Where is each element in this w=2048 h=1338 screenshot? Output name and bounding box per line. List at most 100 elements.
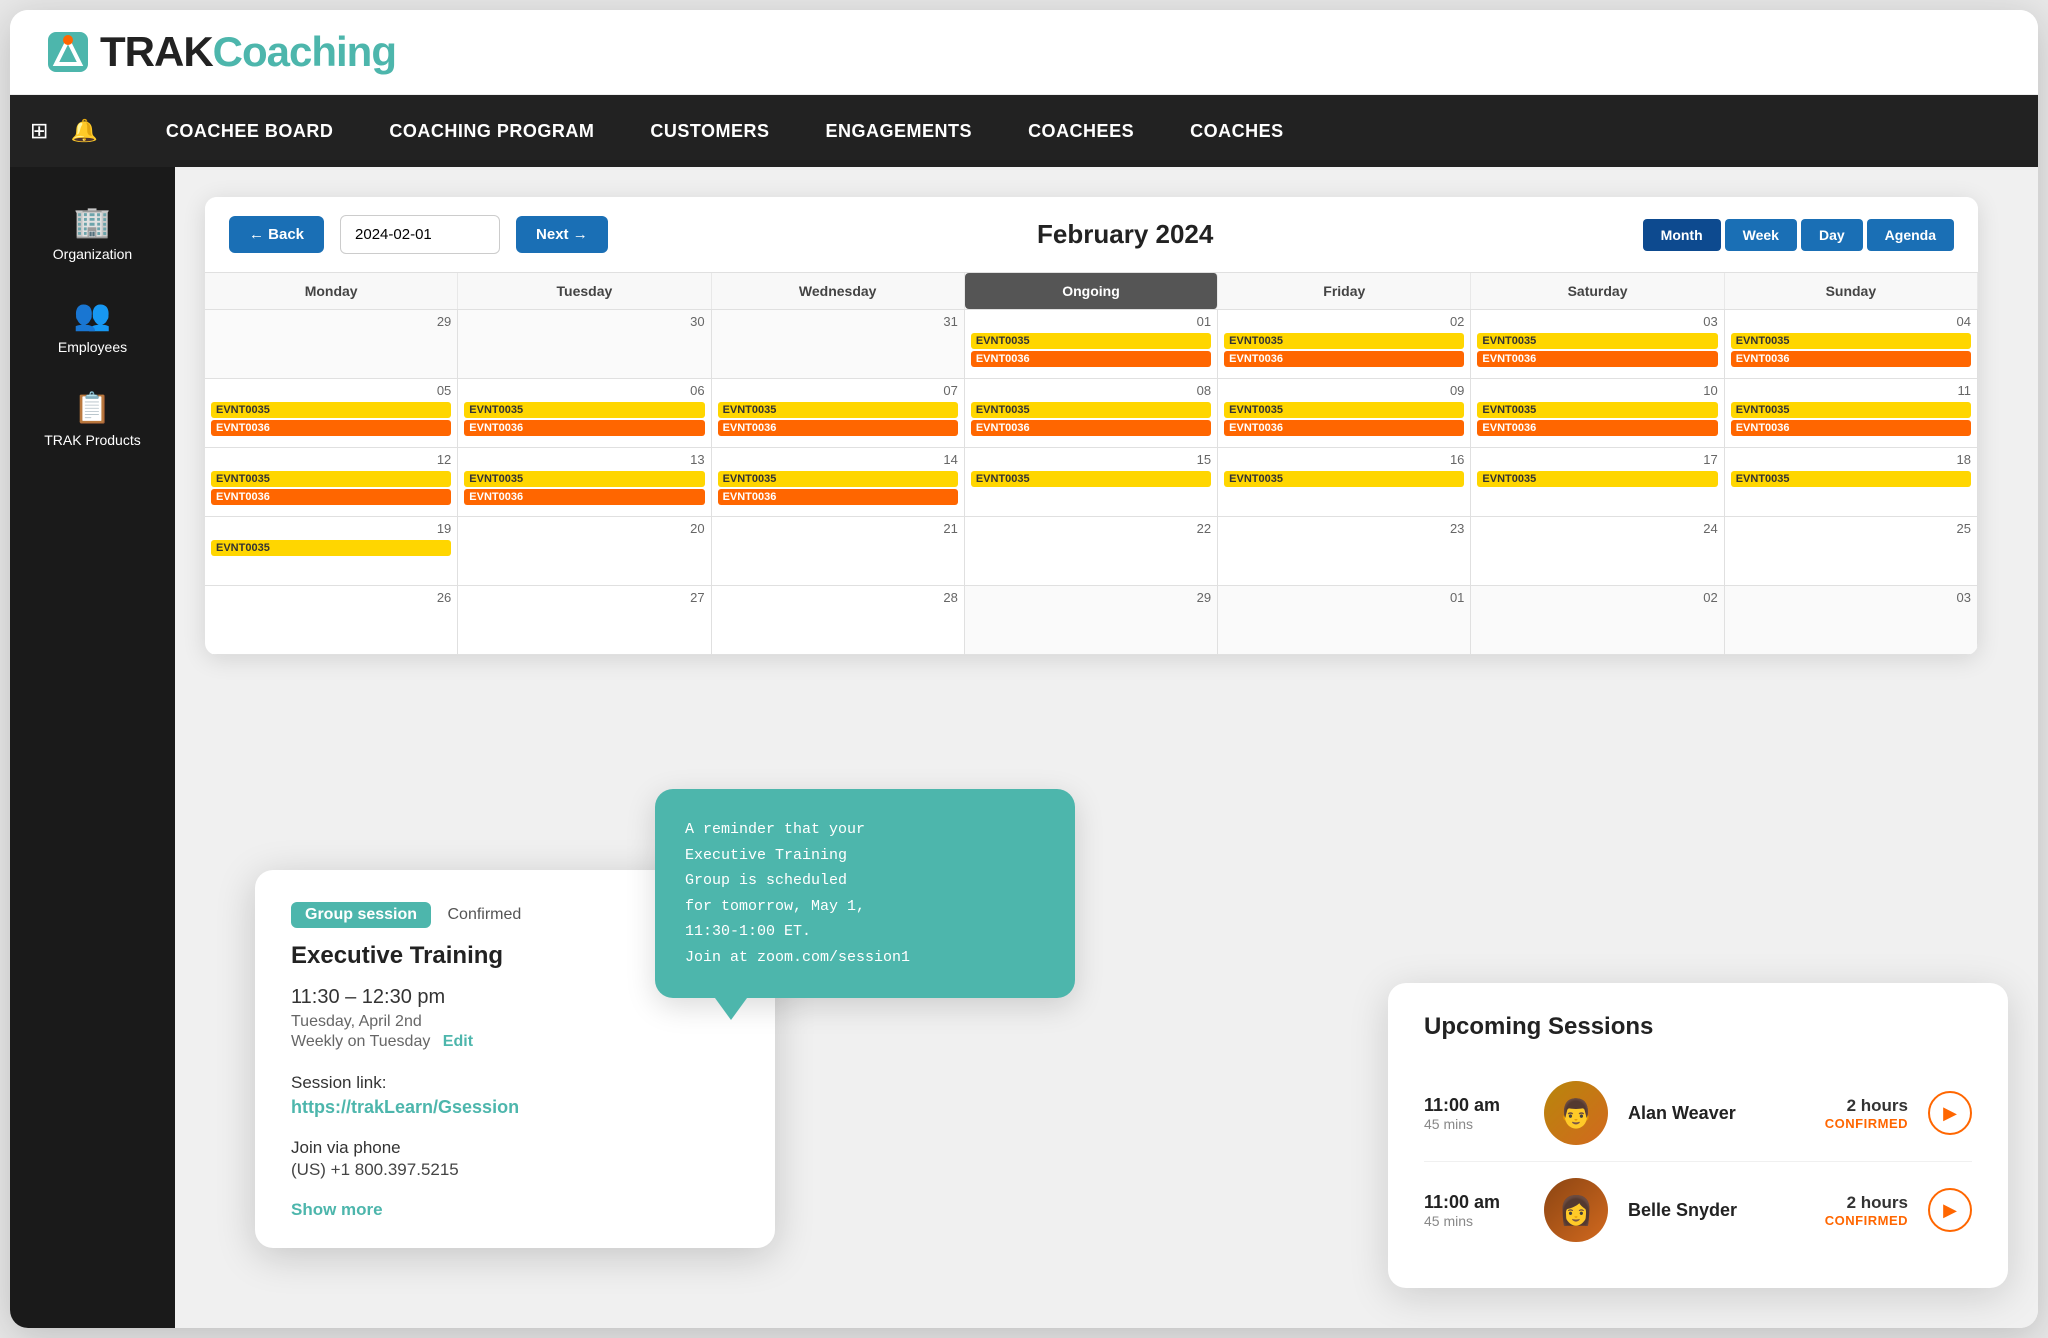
event-evnt0036[interactable]: EVNT0036 <box>1477 351 1717 367</box>
event-evnt0036[interactable]: EVNT0036 <box>1477 420 1717 436</box>
cal-cell[interactable]: 14 EVNT0035 EVNT0036 <box>712 448 965 516</box>
back-button[interactable]: ← Back <box>229 216 324 253</box>
nav-coachees[interactable]: COACHEES <box>1000 95 1162 167</box>
event-evnt0036[interactable]: EVNT0036 <box>718 489 958 505</box>
cal-cell[interactable]: 10 EVNT0035 EVNT0036 <box>1471 379 1724 447</box>
cal-cell[interactable]: 23 <box>1218 517 1471 585</box>
nav-coachee-board[interactable]: COACHEE BOARD <box>138 95 362 167</box>
event-evnt0035[interactable]: EVNT0035 <box>1731 471 1971 487</box>
event-evnt0035[interactable]: EVNT0035 <box>1731 402 1971 418</box>
cal-cell[interactable]: 16 EVNT0035 <box>1218 448 1471 516</box>
cal-cell[interactable]: 02 EVNT0035 EVNT0036 <box>1218 310 1471 378</box>
event-evnt0035[interactable]: EVNT0035 <box>1477 402 1717 418</box>
session-1-play-button[interactable]: ▶ <box>1928 1091 1972 1135</box>
event-evnt0036[interactable]: EVNT0036 <box>971 351 1211 367</box>
sidebar-item-employees[interactable]: 👥 Employees <box>10 284 175 369</box>
event-evnt0035[interactable]: EVNT0035 <box>464 471 704 487</box>
cal-cell[interactable]: 03 EVNT0035 EVNT0036 <box>1471 310 1724 378</box>
cal-cell[interactable]: 13 EVNT0035 EVNT0036 <box>458 448 711 516</box>
sidebar-item-trak-products[interactable]: 📋 TRAK Products <box>10 377 175 462</box>
bell-icon[interactable]: 🔔 <box>70 118 97 144</box>
event-evnt0036[interactable]: EVNT0036 <box>211 420 451 436</box>
sidebar-item-organization[interactable]: 🏢 Organization <box>10 191 175 276</box>
event-evnt0035[interactable]: EVNT0035 <box>211 540 451 556</box>
event-evnt0035[interactable]: EVNT0035 <box>1224 471 1464 487</box>
cal-cell[interactable]: 06 EVNT0035 EVNT0036 <box>458 379 711 447</box>
session-2-play-button[interactable]: ▶ <box>1928 1188 1972 1232</box>
event-evnt0035[interactable]: EVNT0035 <box>971 471 1211 487</box>
date-input[interactable] <box>340 215 500 254</box>
nav-customers[interactable]: CUSTOMERS <box>622 95 797 167</box>
session-2-avatar: 👩 <box>1544 1178 1608 1242</box>
cal-cell[interactable]: 21 <box>712 517 965 585</box>
cal-cell[interactable]: 24 <box>1471 517 1724 585</box>
calendar-view-buttons: Month Week Day Agenda <box>1643 219 1954 251</box>
cal-cell[interactable]: 25 <box>1725 517 1978 585</box>
event-evnt0035[interactable]: EVNT0035 <box>211 471 451 487</box>
cal-cell[interactable]: 27 <box>458 586 711 654</box>
event-evnt0035[interactable]: EVNT0035 <box>971 333 1211 349</box>
cal-cell[interactable]: 01 EVNT0035 EVNT0036 <box>965 310 1218 378</box>
event-evnt0035[interactable]: EVNT0035 <box>1224 333 1464 349</box>
nav-engagements[interactable]: ENGAGEMENTS <box>798 95 1001 167</box>
event-evnt0035[interactable]: EVNT0035 <box>1731 333 1971 349</box>
header-ongoing: Ongoing <box>965 273 1218 309</box>
reminder-text: A reminder that your Executive Training … <box>685 817 1045 970</box>
cal-cell[interactable]: 12 EVNT0035 EVNT0036 <box>205 448 458 516</box>
event-evnt0036[interactable]: EVNT0036 <box>1224 351 1464 367</box>
main-content: ← Back Next → February 2024 Month Week D… <box>175 167 2038 1328</box>
event-evnt0036[interactable]: EVNT0036 <box>1731 351 1971 367</box>
cal-cell[interactable]: 18 EVNT0035 <box>1725 448 1978 516</box>
cal-cell[interactable]: 05 EVNT0035 EVNT0036 <box>205 379 458 447</box>
calendar-title: February 2024 <box>624 219 1627 250</box>
grid-icon[interactable]: ⊞ <box>30 118 48 144</box>
cal-cell[interactable]: 20 <box>458 517 711 585</box>
event-evnt0035[interactable]: EVNT0035 <box>464 402 704 418</box>
cal-cell[interactable]: 04 EVNT0035 EVNT0036 <box>1725 310 1978 378</box>
event-evnt0036[interactable]: EVNT0036 <box>464 489 704 505</box>
nav-coaching-program[interactable]: COACHING PROGRAM <box>361 95 622 167</box>
cal-cell[interactable]: 03 <box>1725 586 1978 654</box>
event-evnt0035[interactable]: EVNT0035 <box>1224 402 1464 418</box>
cal-cell[interactable]: 15 EVNT0035 <box>965 448 1218 516</box>
cal-cell[interactable]: 11 EVNT0035 EVNT0036 <box>1725 379 1978 447</box>
edit-link[interactable]: Edit <box>443 1033 473 1050</box>
event-evnt0035[interactable]: EVNT0035 <box>1477 471 1717 487</box>
agenda-view-button[interactable]: Agenda <box>1867 219 1954 251</box>
cal-cell[interactable]: 28 <box>712 586 965 654</box>
day-view-button[interactable]: Day <box>1801 219 1863 251</box>
week-view-button[interactable]: Week <box>1725 219 1797 251</box>
cal-cell[interactable]: 08 EVNT0035 EVNT0036 <box>965 379 1218 447</box>
event-evnt0035[interactable]: EVNT0035 <box>971 402 1211 418</box>
cal-cell[interactable]: 07 EVNT0035 EVNT0036 <box>712 379 965 447</box>
next-button[interactable]: Next → <box>516 216 608 253</box>
cal-cell[interactable]: 01 <box>1218 586 1471 654</box>
month-view-button[interactable]: Month <box>1643 219 1721 251</box>
trak-logo-icon <box>46 30 90 74</box>
event-evnt0035[interactable]: EVNT0035 <box>718 402 958 418</box>
cal-cell[interactable]: 09 EVNT0035 EVNT0036 <box>1218 379 1471 447</box>
show-more-link[interactable]: Show more <box>291 1200 383 1219</box>
event-evnt0035[interactable]: EVNT0035 <box>1477 333 1717 349</box>
event-evnt0036[interactable]: EVNT0036 <box>1224 420 1464 436</box>
event-evnt0036[interactable]: EVNT0036 <box>971 420 1211 436</box>
cal-cell[interactable]: 29 <box>965 586 1218 654</box>
event-evnt0035[interactable]: EVNT0035 <box>211 402 451 418</box>
cal-cell[interactable]: 31 <box>712 310 965 378</box>
cal-cell[interactable]: 22 <box>965 517 1218 585</box>
session-1-confirmed: CONFIRMED <box>1825 1116 1908 1131</box>
cal-cell[interactable]: 19 EVNT0035 <box>205 517 458 585</box>
cal-cell[interactable]: 30 <box>458 310 711 378</box>
event-evnt0036[interactable]: EVNT0036 <box>211 489 451 505</box>
cal-cell[interactable]: 17 EVNT0035 <box>1471 448 1724 516</box>
cal-cell[interactable]: 29 <box>205 310 458 378</box>
event-evnt0035[interactable]: EVNT0035 <box>718 471 958 487</box>
event-evnt0036[interactable]: EVNT0036 <box>718 420 958 436</box>
nav-coaches[interactable]: COACHES <box>1162 95 1312 167</box>
event-evnt0036[interactable]: EVNT0036 <box>1731 420 1971 436</box>
session-1-avatar: 👨 <box>1544 1081 1608 1145</box>
session-link[interactable]: https://trakLearn/Gsession <box>291 1097 739 1118</box>
cal-cell[interactable]: 26 <box>205 586 458 654</box>
event-evnt0036[interactable]: EVNT0036 <box>464 420 704 436</box>
cal-cell[interactable]: 02 <box>1471 586 1724 654</box>
